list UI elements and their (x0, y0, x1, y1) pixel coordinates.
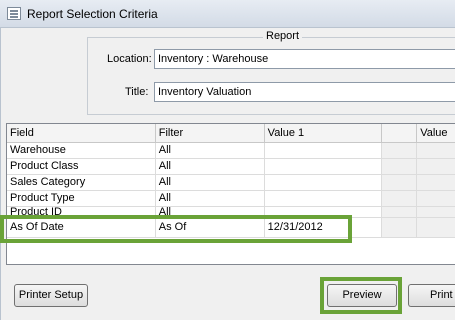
report-group-legend: Report (263, 30, 303, 42)
table-row-as-of-date[interactable]: As Of Date As Of 12/31/2012 (7, 217, 455, 238)
value2-cell (416, 217, 455, 238)
filter-cell[interactable]: All (155, 206, 265, 218)
column-header-blank[interactable] (381, 124, 418, 143)
table-row[interactable]: Warehouse All (7, 142, 455, 159)
blank-cell (381, 174, 418, 191)
value1-cell[interactable] (264, 158, 383, 175)
field-cell: Product Type (7, 190, 156, 207)
criteria-grid[interactable]: Field Filter Value 1 Value Warehouse All… (6, 123, 455, 265)
field-cell: As Of Date (7, 217, 156, 238)
location-label: Location: (107, 53, 152, 65)
column-header-field[interactable]: Field (7, 124, 156, 143)
table-row[interactable]: Product Type All (7, 190, 455, 207)
title-label: Title: (125, 86, 149, 98)
value1-cell[interactable] (264, 142, 383, 159)
filter-cell[interactable]: All (155, 190, 265, 207)
field-cell: Product ID (7, 206, 156, 218)
blank-cell (381, 142, 418, 159)
column-header-filter[interactable]: Filter (155, 124, 265, 143)
column-header-value1[interactable]: Value 1 (264, 124, 383, 143)
table-row[interactable]: Sales Category All (7, 174, 455, 191)
value2-cell (416, 174, 455, 191)
blank-cell (381, 206, 418, 218)
window-title: Report Selection Criteria (27, 7, 158, 21)
table-row[interactable]: Product ID All (7, 206, 455, 218)
filter-cell[interactable]: All (155, 142, 265, 159)
value1-cell[interactable]: 12/31/2012 (264, 217, 383, 238)
form-icon (7, 7, 21, 20)
preview-button[interactable]: Preview (327, 284, 397, 307)
table-row[interactable]: Product Class All (7, 158, 455, 175)
value1-cell[interactable] (264, 206, 383, 218)
print-button[interactable]: Print (408, 284, 455, 307)
value1-cell[interactable] (264, 174, 383, 191)
title-bar: Report Selection Criteria (0, 0, 455, 28)
filter-cell[interactable]: All (155, 158, 265, 175)
blank-cell (381, 190, 418, 207)
value2-cell (416, 142, 455, 159)
value2-cell (416, 206, 455, 218)
filter-cell[interactable]: As Of (155, 217, 265, 238)
filter-cell[interactable]: All (155, 174, 265, 191)
grid-header-row: Field Filter Value 1 Value (7, 124, 455, 143)
column-header-value2[interactable]: Value (416, 124, 455, 143)
printer-setup-button[interactable]: Printer Setup (14, 284, 88, 307)
title-field[interactable]: Inventory Valuation (154, 82, 455, 102)
field-cell: Sales Category (7, 174, 156, 191)
blank-cell (381, 158, 418, 175)
value2-cell (416, 158, 455, 175)
location-field[interactable]: Inventory : Warehouse (154, 49, 455, 69)
value2-cell (416, 190, 455, 207)
value1-cell[interactable] (264, 190, 383, 207)
blank-cell (381, 217, 418, 238)
field-cell: Product Class (7, 158, 156, 175)
field-cell: Warehouse (7, 142, 156, 159)
